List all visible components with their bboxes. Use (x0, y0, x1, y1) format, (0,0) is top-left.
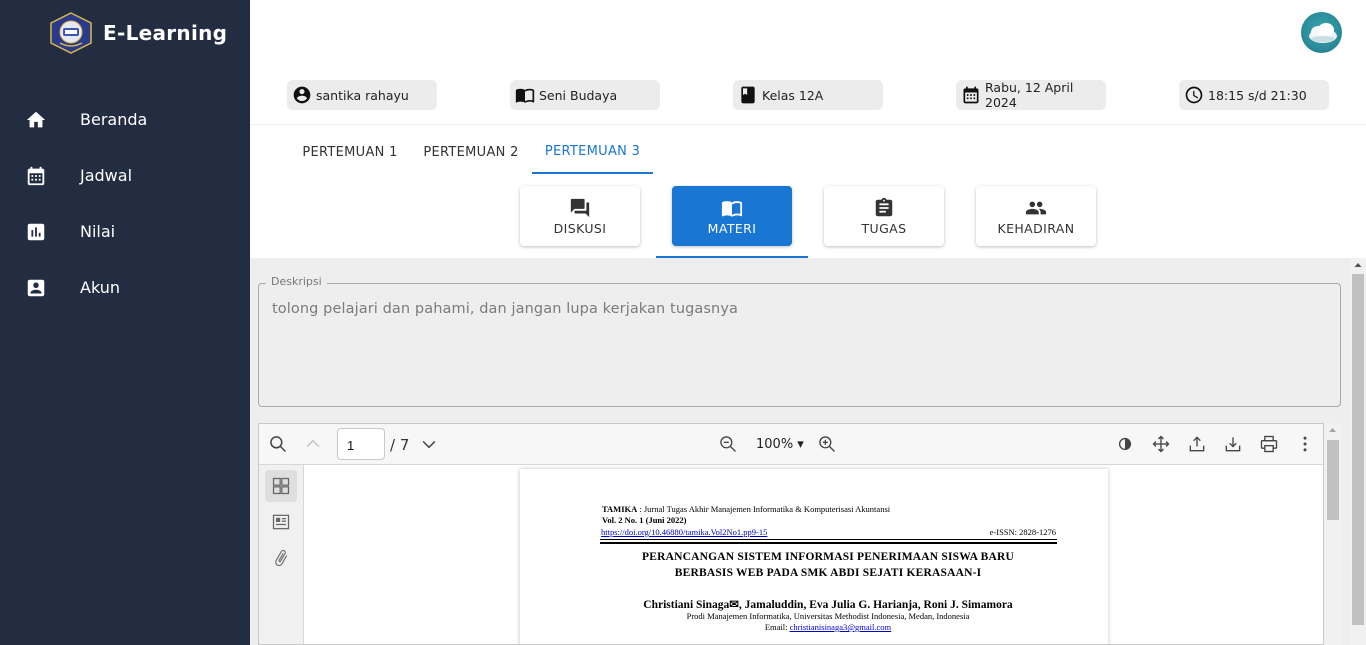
subject-chip: Seni Budaya (510, 80, 660, 110)
upload-icon[interactable] (1187, 434, 1207, 454)
journal-header: TAMIKA : Jurnal Tugas Akhir Manajemen In… (602, 504, 890, 514)
sidebar-item-beranda[interactable]: Beranda (0, 99, 250, 139)
scroll-up-arrow-icon[interactable] (1324, 423, 1341, 437)
book-icon (721, 200, 743, 217)
tab-pertemuan-2[interactable]: PERTEMUAN 2 (417, 130, 525, 174)
journal-volume: Vol. 2 No. 1 (Juni 2022) (602, 515, 687, 525)
issn: e-ISSN: 2828-1276 (989, 527, 1056, 537)
user-chip: santika rahayu (287, 80, 437, 110)
sidebar-item-label: Akun (80, 277, 120, 297)
date-chip: Rabu, 12 April 2024 (956, 80, 1106, 110)
kehadiran-label: KEHADIRAN (997, 220, 1075, 236)
sidebar-item-label: Beranda (80, 109, 148, 129)
pdf-scrollbar-thumb[interactable] (1327, 440, 1339, 520)
home-icon (26, 111, 46, 128)
move-icon[interactable] (1151, 434, 1171, 454)
journal-name: TAMIKA (602, 504, 638, 514)
sidebar: E-Learning Beranda Jadwal Nilai Akun (0, 0, 250, 645)
doi-link[interactable]: https://doi.org/10.46880/tamika.Vol2No1.… (601, 527, 767, 537)
header-rule-thick (600, 542, 1057, 544)
user-name: santika rahayu (316, 87, 409, 103)
account-circle-icon (293, 86, 311, 104)
sidebar-item-akun[interactable]: Akun (0, 267, 250, 307)
zoom-value: 100% (756, 437, 794, 452)
paper-title-line-1: PERANCANGAN SISTEM INFORMASI PENERIMAAN … (642, 551, 1014, 563)
rotate-icon[interactable] (1115, 434, 1135, 454)
pdf-canvas[interactable]: TAMIKA : Jurnal Tugas Akhir Manajemen In… (304, 465, 1323, 644)
paper-title-line-2: BERBASIS WEB PADA SMK ABDI SEJATI KERASA… (674, 567, 982, 579)
calendar-icon (27, 166, 45, 186)
pdf-viewer: 1 / 7 100% ▾ TAMIKA : Jurnal Tugas Akhir… (258, 423, 1324, 645)
session-time: 18:15 s/d 21:30 (1208, 87, 1307, 103)
search-icon[interactable] (268, 434, 288, 454)
zoom-in-icon[interactable] (817, 434, 837, 454)
sidebar-item-nilai[interactable]: Nilai (0, 211, 250, 251)
calendar-icon (963, 86, 979, 104)
page-number-input[interactable]: 1 (337, 428, 385, 460)
header-rule (600, 539, 1057, 540)
chevron-down-icon[interactable] (419, 434, 439, 454)
materi-label: MATERI (707, 220, 757, 236)
session-date: Rabu, 12 April 2024 (985, 80, 1074, 110)
sidebar-item-jadwal[interactable]: Jadwal (0, 155, 250, 195)
paper-affiliation: Prodi Manajemen Informatika, Universitas… (686, 611, 970, 621)
account-box-icon (27, 279, 45, 297)
time-chip: 18:15 s/d 21:30 (1179, 80, 1329, 110)
book-open-icon (515, 88, 535, 103)
pdf-toolbar: 1 / 7 100% ▾ (259, 424, 1323, 465)
print-icon[interactable] (1259, 434, 1279, 454)
app-title: E-Learning (103, 21, 228, 45)
thumbnails-button[interactable] (265, 470, 297, 502)
chevron-up-icon[interactable] (303, 434, 323, 454)
email-link[interactable]: christianisinaga3@gmail.com (790, 622, 892, 632)
grid-icon (272, 477, 290, 495)
kehadiran-button[interactable]: KEHADIRAN (976, 186, 1096, 246)
email-label: Email: (764, 622, 788, 632)
tugas-button[interactable]: TUGAS (824, 186, 944, 246)
description-label: Deskripsi (266, 275, 327, 288)
scroll-up-arrow-icon[interactable] (1350, 258, 1366, 272)
people-icon (1025, 201, 1047, 214)
pdf-sidebar (259, 465, 304, 644)
page-total: / 7 (390, 436, 410, 454)
forum-icon (570, 198, 590, 217)
download-icon[interactable] (1223, 434, 1243, 454)
brand[interactable]: E-Learning (48, 12, 227, 54)
clipboard-icon (875, 197, 893, 216)
tugas-label: TUGAS (861, 220, 907, 236)
materi-button[interactable]: MATERI (672, 186, 792, 246)
paper-authors: Christiani Sinaga✉, Jamaluddin, Eva Juli… (643, 599, 1013, 611)
tab-pertemuan-1[interactable]: PERTEMUAN 1 (296, 130, 404, 174)
class-name: Kelas 12A (762, 87, 824, 103)
attachments-button[interactable] (265, 542, 297, 574)
cloud-avatar-icon (1309, 23, 1337, 43)
paper-email: Email: christianisinaga3@gmail.com (580, 622, 1076, 632)
outline-button[interactable] (265, 506, 297, 538)
description-text: tolong pelajari dan pahami, dan jangan l… (272, 301, 739, 317)
class-chip: Kelas 12A (733, 80, 883, 110)
book-icon (741, 86, 755, 104)
paperclip-icon (275, 549, 288, 567)
user-avatar[interactable] (1301, 12, 1342, 53)
pdf-page: TAMIKA : Jurnal Tugas Akhir Manajemen In… (520, 469, 1108, 644)
zoom-out-icon[interactable] (718, 434, 738, 454)
journal-desc: : Jurnal Tugas Akhir Manajemen Informati… (639, 504, 891, 514)
header-divider (250, 124, 1366, 125)
tab-pertemuan-3[interactable]: PERTEMUAN 3 (532, 130, 653, 174)
page-scrollbar-thumb[interactable] (1352, 274, 1364, 625)
school-logo-icon (50, 12, 92, 54)
outline-icon (272, 514, 290, 530)
more-vertical-icon[interactable] (1295, 434, 1315, 454)
chart-icon (27, 223, 45, 241)
diskusi-button[interactable]: DISKUSI (520, 186, 640, 246)
clock-icon (1185, 86, 1203, 104)
diskusi-label: DISKUSI (553, 220, 607, 236)
sidebar-item-label: Nilai (80, 221, 116, 241)
zoom-select[interactable]: 100% ▾ (756, 437, 804, 452)
sidebar-item-label: Jadwal (80, 165, 133, 185)
subject-name: Seni Budaya (539, 87, 618, 103)
